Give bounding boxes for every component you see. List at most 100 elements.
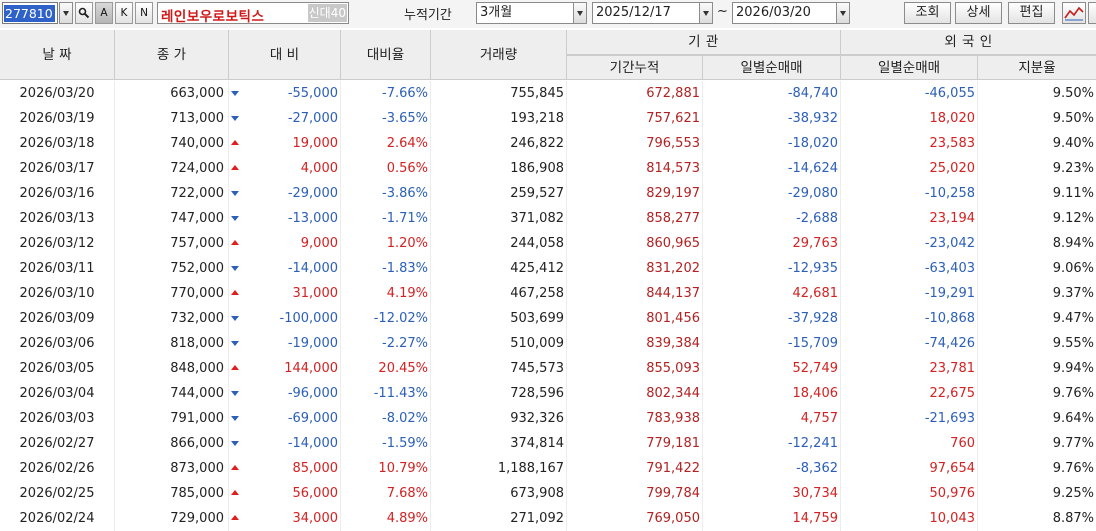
col-header-frn-daily[interactable]: 일별순매매 xyxy=(841,55,978,80)
table-row[interactable]: 2026/02/25 785,000 56,000 7.68% 673,908 799,7… xyxy=(0,481,1096,506)
down-arrow-icon xyxy=(231,441,239,446)
cell-inst-net: -84,740 xyxy=(703,81,841,106)
cell-close: 866,000 xyxy=(115,431,229,456)
cell-date: 2026/03/03 xyxy=(0,406,115,431)
detail-button[interactable]: 상세 xyxy=(955,2,1002,24)
up-arrow-icon xyxy=(231,515,239,520)
cell-diff: -69,000 xyxy=(229,406,341,431)
stock-name: 레인보우로보틱스 xyxy=(161,9,265,25)
table-row[interactable]: 2026/03/09 732,000 -100,000 -12.02% 503,699 8… xyxy=(0,306,1096,331)
table-row[interactable]: 2026/03/06 818,000 -19,000 -2.27% 510,009 839… xyxy=(0,331,1096,356)
table-row[interactable]: 2026/03/05 848,000 144,000 20.45% 745,573 855… xyxy=(0,356,1096,381)
cell-frn-net: 22,675 xyxy=(841,381,978,406)
table-row[interactable]: 2026/03/03 791,000 -69,000 -8.02% 932,326 783… xyxy=(0,406,1096,431)
cell-diff: 56,000 xyxy=(229,481,341,506)
cell-close: 722,000 xyxy=(115,181,229,206)
cell-volume: 932,326 xyxy=(431,406,567,431)
cell-close: 791,000 xyxy=(115,406,229,431)
market-badge: 신대40 xyxy=(307,4,347,22)
cell-share: 9.11% xyxy=(1052,186,1094,201)
period-dropdown-button[interactable] xyxy=(573,2,587,24)
col-header-inst-cum[interactable]: 기간누적 xyxy=(567,55,703,80)
cell-inst-cum: 757,621 xyxy=(567,106,703,131)
col-header-diff[interactable]: 대 비 xyxy=(229,30,341,80)
col-header-rate[interactable]: 대비율 xyxy=(341,30,431,80)
col-header-inst-daily[interactable]: 일별순매매 xyxy=(703,55,841,80)
date-to-field[interactable]: 2026/03/20 xyxy=(732,2,837,24)
stock-code-input[interactable]: 277810 xyxy=(2,2,58,24)
col-header-close[interactable]: 종 가 xyxy=(115,30,229,80)
cell-inst-cum: 801,456 xyxy=(567,306,703,331)
cell-date: 2026/03/17 xyxy=(0,156,115,181)
cell-share: 9.64% xyxy=(1052,411,1094,426)
cell-inst-net: -38,932 xyxy=(703,106,841,131)
up-arrow-icon xyxy=(231,165,239,170)
cell-rate: 4.19% xyxy=(341,281,431,306)
table-row[interactable]: 2026/03/12 757,000 9,000 1.20% 244,058 860,96… xyxy=(0,231,1096,256)
table-row[interactable]: 2026/03/11 752,000 -14,000 -1.83% 425,412 831… xyxy=(0,256,1096,281)
edit-button[interactable]: 편집 xyxy=(1008,2,1055,24)
cell-frn-net: 23,781 xyxy=(841,356,978,381)
cell-diff: -14,000 xyxy=(229,431,341,456)
table-row[interactable]: 2026/02/27 866,000 -14,000 -1.59% 374,814 779… xyxy=(0,431,1096,456)
cell-share: 9.06% xyxy=(1052,261,1094,276)
cell-date: 2026/03/16 xyxy=(0,181,115,206)
date-to-calendar-button[interactable] xyxy=(836,2,850,24)
table-row[interactable]: 2026/03/20 663,000 -55,000 -7.66% 755,845 672… xyxy=(0,81,1096,106)
btn-n[interactable]: N xyxy=(135,2,153,24)
cell-diff: -29,000 xyxy=(229,181,341,206)
cell-share: 8.94% xyxy=(1052,236,1094,251)
table-row[interactable]: 2026/02/24 729,000 34,000 4.89% 271,092 769,0… xyxy=(0,506,1096,531)
cell-close: 724,000 xyxy=(115,156,229,181)
cell-volume: 186,908 xyxy=(431,156,567,181)
cell-inst-cum: 672,881 xyxy=(567,81,703,106)
table-row[interactable]: 2026/03/19 713,000 -27,000 -3.65% 193,218 757… xyxy=(0,106,1096,131)
search-button[interactable] xyxy=(75,2,93,24)
cell-date: 2026/03/11 xyxy=(0,256,115,281)
table-row[interactable]: 2026/03/18 740,000 19,000 2.64% 246,822 796,5… xyxy=(0,131,1096,156)
cell-rate: -3.86% xyxy=(341,181,431,206)
cell-share: 9.23% xyxy=(1052,161,1094,176)
period-select[interactable]: 3개월 xyxy=(476,2,574,24)
cell-rate: 7.68% xyxy=(341,481,431,506)
cell-inst-cum: 839,384 xyxy=(567,331,703,356)
cell-volume: 745,573 xyxy=(431,356,567,381)
down-arrow-icon xyxy=(231,216,239,221)
cell-share: 9.76% xyxy=(1052,386,1094,401)
col-header-share[interactable]: 지분율 xyxy=(978,55,1096,80)
cell-volume: 755,845 xyxy=(431,81,567,106)
cell-rate: 1.20% xyxy=(341,231,431,256)
table-row[interactable]: 2026/03/17 724,000 4,000 0.56% 186,908 814,57… xyxy=(0,156,1096,181)
col-header-volume[interactable]: 거래량 xyxy=(431,30,567,80)
cell-frn-net: 97,654 xyxy=(841,456,978,481)
table-row[interactable]: 2026/03/04 744,000 -96,000 -11.43% 728,596 80… xyxy=(0,381,1096,406)
col-header-date[interactable]: 날 짜 xyxy=(0,30,115,80)
period-label: 누적기간 xyxy=(404,8,452,23)
more-button[interactable] xyxy=(1088,2,1096,24)
date-from-calendar-button[interactable] xyxy=(699,2,713,24)
cell-inst-cum: 791,422 xyxy=(567,456,703,481)
table-row[interactable]: 2026/03/16 722,000 -29,000 -3.86% 259,527 829… xyxy=(0,181,1096,206)
stock-code-dropdown-button[interactable] xyxy=(59,2,73,24)
cell-inst-net: 52,749 xyxy=(703,356,841,381)
down-arrow-icon xyxy=(231,416,239,421)
cell-inst-cum: 769,050 xyxy=(567,506,703,531)
cell-date: 2026/03/20 xyxy=(0,81,115,106)
table-row[interactable]: 2026/03/13 747,000 -13,000 -1.71% 371,082 858… xyxy=(0,206,1096,231)
date-from-field[interactable]: 2025/12/17 xyxy=(592,2,700,24)
down-arrow-icon xyxy=(231,316,239,321)
cell-volume: 374,814 xyxy=(431,431,567,456)
cell-diff: 34,000 xyxy=(229,506,341,531)
table-row[interactable]: 2026/03/10 770,000 31,000 4.19% 467,258 844,1… xyxy=(0,281,1096,306)
cell-date: 2026/02/25 xyxy=(0,481,115,506)
btn-a[interactable]: A xyxy=(95,2,113,24)
cell-inst-cum: 860,965 xyxy=(567,231,703,256)
chart-button[interactable] xyxy=(1062,2,1086,24)
cell-rate: -1.59% xyxy=(341,431,431,456)
date-range-separator: ~ xyxy=(717,4,728,19)
query-button[interactable]: 조회 xyxy=(904,2,951,24)
btn-k[interactable]: K xyxy=(115,2,133,24)
cell-frn-net: 23,194 xyxy=(841,206,978,231)
table-row[interactable]: 2026/02/26 873,000 85,000 10.79% 1,188,167 79… xyxy=(0,456,1096,481)
down-arrow-icon xyxy=(231,91,239,96)
